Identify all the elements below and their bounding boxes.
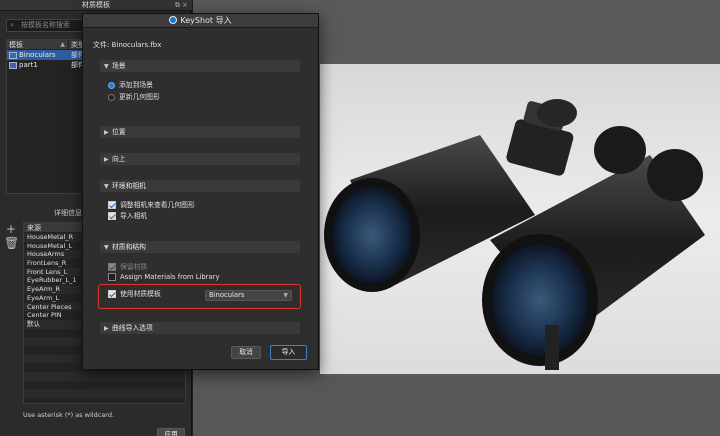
details-label: 详细信息	[54, 209, 82, 217]
chevron-right-icon: ▶	[104, 129, 109, 136]
section-position[interactable]: ▶ 位置	[100, 126, 300, 138]
chevron-right-icon: ▶	[104, 156, 109, 163]
checkbox-keep-materials: 保留材质	[108, 262, 147, 272]
import-button[interactable]: 导入	[270, 345, 307, 360]
binoculars-render	[324, 99, 705, 370]
section-environment-camera[interactable]: ▼ 环境和相机	[100, 180, 300, 192]
chevron-down-icon: ▼	[104, 244, 109, 251]
checkbox-disabled-icon	[108, 263, 116, 271]
file-name-label: 文件: Binoculars.fbx	[93, 41, 162, 49]
wildcard-hint: Use asterisk (*) as wildcard.	[23, 411, 115, 419]
section-materials[interactable]: ▼ 材质和结构	[100, 241, 300, 253]
column-header-template[interactable]: 模板 ▲	[7, 40, 69, 49]
dialog-title-bar: KeyShot 导入	[83, 14, 318, 28]
keyshot-logo-icon	[169, 16, 178, 24]
chevron-down-icon: ▼	[283, 292, 288, 299]
template-icon	[9, 61, 17, 69]
section-curve-import[interactable]: ▶ 曲线导入选项	[100, 322, 300, 334]
empty-row	[24, 389, 185, 399]
radio-update-geometry[interactable]: 更新几何图形	[108, 92, 160, 102]
chevron-down-icon: ▼	[104, 183, 109, 190]
panel-title-bar: 材质模板 ⧉ ×	[0, 0, 192, 11]
checkbox-use-material-template[interactable]: 使用材质模板	[108, 289, 161, 299]
sort-arrow-icon: ▲	[60, 41, 65, 48]
trash-icon[interactable]: 🗑	[4, 236, 19, 250]
section-up[interactable]: ▶ 向上	[100, 153, 300, 165]
checkbox-checked-icon	[108, 212, 116, 220]
chevron-down-icon: ▼	[104, 63, 109, 70]
checkbox-checked-icon	[108, 201, 116, 209]
search-icon: ⌕	[10, 21, 14, 29]
rule-toolbar: + 🗑	[4, 222, 19, 250]
material-template-dropdown[interactable]: Binoculars ▼	[205, 290, 292, 301]
radio-off-icon	[108, 93, 115, 101]
radio-on-icon	[108, 81, 115, 89]
checkbox-adjust-camera[interactable]: 调整相机来查看几何图形	[108, 200, 195, 210]
empty-row	[24, 381, 185, 390]
section-scene[interactable]: ▼ 场景	[100, 60, 300, 72]
add-icon[interactable]: +	[4, 222, 18, 236]
checkbox-unchecked-icon	[108, 273, 116, 281]
keyshot-import-dialog: KeyShot 导入 文件: Binoculars.fbx ▼ 场景 添加到场景 …	[82, 13, 319, 370]
checkbox-import-camera[interactable]: 导入相机	[108, 211, 147, 221]
dialog-title: KeyShot 导入	[180, 16, 232, 25]
cancel-button[interactable]: 取消	[231, 346, 261, 359]
search-placeholder: 按模板名称搜索	[21, 21, 70, 29]
panel-window-buttons[interactable]: ⧉ ×	[175, 0, 188, 11]
checkbox-checked-icon	[108, 290, 116, 298]
chevron-right-icon: ▶	[104, 325, 109, 332]
empty-row	[24, 372, 185, 381]
panel-title: 材质模板	[82, 1, 110, 9]
apply-button[interactable]: 应用	[157, 428, 185, 436]
radio-add-to-scene[interactable]: 添加到场景	[108, 80, 153, 90]
template-icon	[9, 51, 17, 59]
checkbox-assign-from-library[interactable]: Assign Materials from Library	[108, 272, 219, 282]
